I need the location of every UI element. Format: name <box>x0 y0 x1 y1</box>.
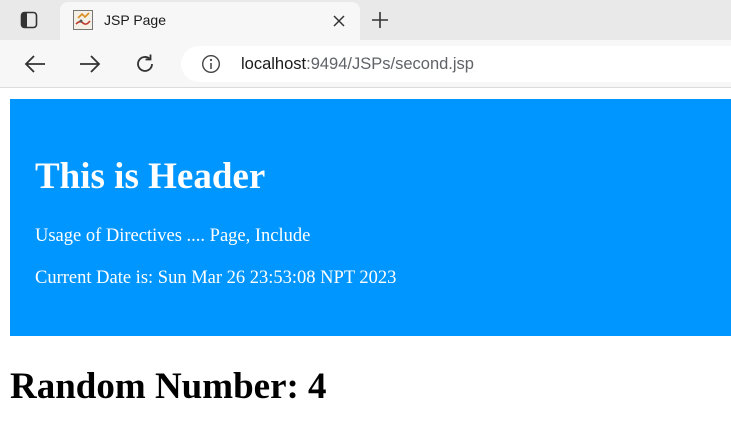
header-title: This is Header <box>35 156 266 197</box>
directives-text: Usage of Directives .... Page, Include <box>35 226 311 246</box>
forward-arrow-icon[interactable] <box>75 50 105 78</box>
page-header: This is Header Usage of Directives .... … <box>10 99 731 336</box>
tab-strip: JSP Page <box>0 0 731 40</box>
info-icon[interactable] <box>201 54 221 74</box>
back-arrow-icon[interactable] <box>20 50 50 78</box>
reload-icon[interactable] <box>130 50 160 78</box>
url-text: localhost:9494/JSPs/second.jsp <box>241 55 474 74</box>
browser-tab[interactable]: JSP Page <box>60 2 360 40</box>
browser-toolbar: localhost:9494/JSPs/second.jsp <box>0 40 731 88</box>
current-date-text: Current Date is: Sun Mar 26 23:53:08 NPT… <box>35 268 397 288</box>
url-path: :9494/JSPs/second.jsp <box>306 55 474 73</box>
random-number-heading: Random Number: 4 <box>10 366 327 407</box>
page-content: This is Header Usage of Directives .... … <box>0 89 731 437</box>
tab-title: JSP Page <box>104 12 167 28</box>
address-bar[interactable]: localhost:9494/JSPs/second.jsp <box>181 46 731 82</box>
java-coffee-cup-icon <box>73 10 93 30</box>
url-host: localhost <box>241 55 307 73</box>
tab-actions-icon[interactable] <box>14 8 44 32</box>
close-icon[interactable] <box>328 10 350 32</box>
plus-icon[interactable] <box>366 6 394 34</box>
